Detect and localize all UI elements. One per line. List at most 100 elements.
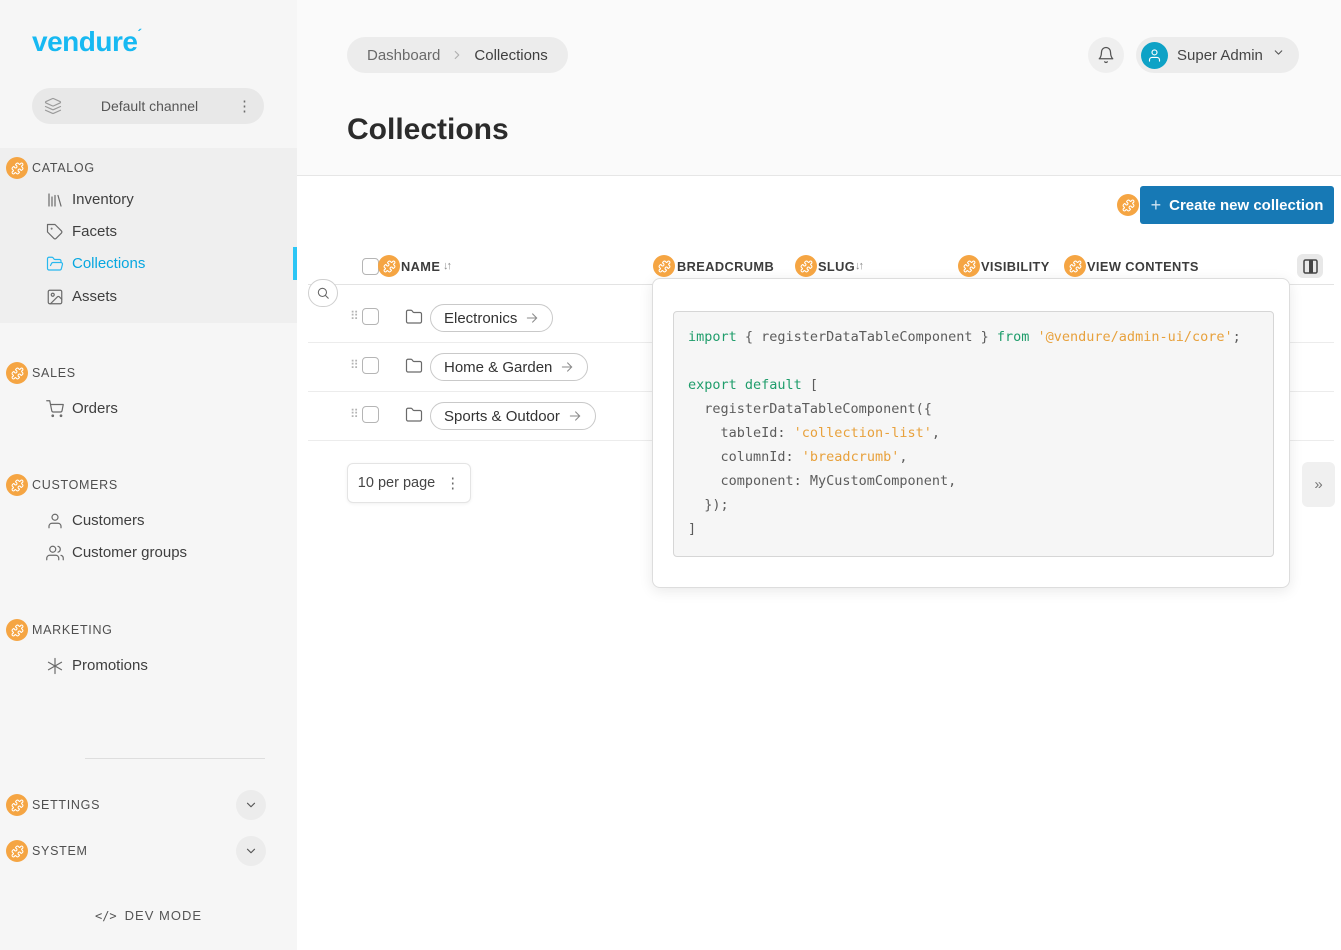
sidebar-item-customer-groups[interactable]: Customer groups <box>0 536 297 569</box>
folder-icon <box>405 357 423 375</box>
plugin-badge-icon <box>6 362 28 384</box>
arrow-right-icon <box>560 360 574 374</box>
search-icon <box>316 286 330 300</box>
sidebar-item-label: Collections <box>72 255 145 272</box>
plus-icon: + <box>1151 195 1162 216</box>
code-tag-icon: </> <box>95 909 117 923</box>
collection-name: Electronics <box>444 310 517 327</box>
sidebar-section-marketing: MARKETING <box>0 615 297 645</box>
chevron-down-icon <box>244 798 258 812</box>
sidebar-item-label: Assets <box>72 288 117 305</box>
sidebar-item-label: Inventory <box>72 191 134 208</box>
collection-name: Home & Garden <box>444 359 552 376</box>
sidebar-item-promotions[interactable]: Promotions <box>0 649 297 682</box>
plugin-badge-icon <box>6 794 28 816</box>
channel-label: Default channel <box>62 98 237 114</box>
chevron-right-icon <box>450 48 464 62</box>
channel-menu-button[interactable]: ⋮ <box>237 99 252 114</box>
section-header-customers: CUSTOMERS <box>0 470 297 500</box>
sidebar-item-label: Promotions <box>72 657 148 674</box>
column-header-slug[interactable]: SLUG <box>818 259 855 274</box>
drag-handle[interactable]: ⠿ <box>350 309 359 323</box>
sidebar-section-customers: CUSTOMERS <box>0 470 297 500</box>
folder-open-icon <box>46 255 64 273</box>
columns-icon <box>1303 259 1318 274</box>
library-icon <box>46 191 64 209</box>
double-chevron-icon: » <box>1314 476 1322 493</box>
sort-icon[interactable]: ↓↑ <box>443 260 450 272</box>
plugin-badge-icon <box>958 255 980 277</box>
breadcrumb: Dashboard Collections <box>347 37 568 73</box>
section-label: CUSTOMERS <box>32 478 118 492</box>
row-checkbox[interactable] <box>362 406 379 423</box>
plugin-badge-icon <box>6 619 28 641</box>
section-label: CATALOG <box>32 161 95 175</box>
drag-handle[interactable]: ⠿ <box>350 358 359 372</box>
user-icon <box>1147 48 1162 63</box>
row-checkbox[interactable] <box>362 357 379 374</box>
collection-link[interactable]: Electronics <box>430 304 553 332</box>
create-new-collection-button[interactable]: + Create new collection <box>1140 186 1334 224</box>
breadcrumb-current: Collections <box>474 47 547 64</box>
folder-icon <box>405 308 423 326</box>
sidebar-item-label: Customers <box>72 512 145 529</box>
vendure-admin-app: vendure Default channel ⋮ CATALOG Invent… <box>0 0 1341 950</box>
expand-settings-button[interactable] <box>236 790 266 820</box>
kebab-menu-icon: ⋮ <box>445 476 460 491</box>
collection-link[interactable]: Sports & Outdoor <box>430 402 596 430</box>
row-checkbox[interactable] <box>362 308 379 325</box>
notifications-button[interactable] <box>1088 37 1124 73</box>
section-header-marketing: MARKETING <box>0 615 297 645</box>
arrow-right-icon <box>568 409 582 423</box>
channel-selector[interactable]: Default channel ⋮ <box>32 88 264 124</box>
dev-mode-label: DEV MODE <box>125 908 202 923</box>
sidebar-item-orders[interactable]: Orders <box>0 392 297 425</box>
sort-icon[interactable]: ↓↑ <box>855 260 862 272</box>
folder-icon <box>405 406 423 424</box>
bell-icon <box>1097 46 1115 64</box>
breadcrumb-dashboard-link[interactable]: Dashboard <box>367 47 440 64</box>
items-per-page-selector[interactable]: 10 per page ⋮ <box>347 463 471 503</box>
sidebar-item-inventory[interactable]: Inventory <box>0 183 297 216</box>
section-label: SALES <box>32 366 76 380</box>
arrow-right-icon <box>525 311 539 325</box>
expand-system-button[interactable] <box>236 836 266 866</box>
column-header-view-contents[interactable]: VIEW CONTENTS <box>1087 259 1199 274</box>
column-header-name[interactable]: NAME <box>401 259 440 274</box>
dev-mode-toggle[interactable]: </> DEV MODE <box>0 908 297 923</box>
sidebar-item-assets[interactable]: Assets <box>0 280 297 313</box>
user-name: Super Admin <box>1177 47 1263 64</box>
plugin-badge-icon <box>1064 255 1086 277</box>
cart-icon <box>46 400 64 418</box>
sidebar-divider <box>85 758 265 759</box>
plugin-badge-icon <box>6 840 28 862</box>
sidebar-section-settings[interactable]: SETTINGS <box>0 790 297 820</box>
sidebar-item-customers[interactable]: Customers <box>0 504 297 537</box>
user-menu[interactable]: Super Admin <box>1136 37 1299 73</box>
plugin-badge-icon <box>653 255 675 277</box>
drag-handle[interactable]: ⠿ <box>350 407 359 421</box>
sidebar-item-label: Facets <box>72 223 117 240</box>
collection-link[interactable]: Home & Garden <box>430 353 588 381</box>
search-toggle[interactable] <box>308 279 338 307</box>
sidebar-item-label: Orders <box>72 400 118 417</box>
plugin-badge-icon <box>6 474 28 496</box>
main-content: Dashboard Collections Super Admin Collec… <box>297 0 1341 950</box>
expand-panel-button[interactable]: » <box>1302 462 1335 507</box>
sidebar-section-system[interactable]: SYSTEM <box>0 836 297 866</box>
tag-icon <box>46 223 64 241</box>
sidebar-item-facets[interactable]: Facets <box>0 215 297 248</box>
page-title: Collections <box>347 113 509 147</box>
sidebar-section-sales: SALES <box>0 358 297 388</box>
column-settings-button[interactable] <box>1297 254 1323 278</box>
column-header-breadcrumb[interactable]: BREADCRUMB <box>677 259 774 274</box>
plugin-badge-icon <box>795 255 817 277</box>
image-icon <box>46 288 64 306</box>
sidebar-item-collections[interactable]: Collections <box>0 247 297 280</box>
select-all-checkbox[interactable] <box>362 258 379 275</box>
header-divider <box>297 175 1341 176</box>
create-button-label: Create new collection <box>1169 197 1323 214</box>
chevron-down-icon <box>244 844 258 858</box>
section-label: SETTINGS <box>32 798 100 812</box>
column-header-visibility[interactable]: VISIBILITY <box>981 259 1050 274</box>
